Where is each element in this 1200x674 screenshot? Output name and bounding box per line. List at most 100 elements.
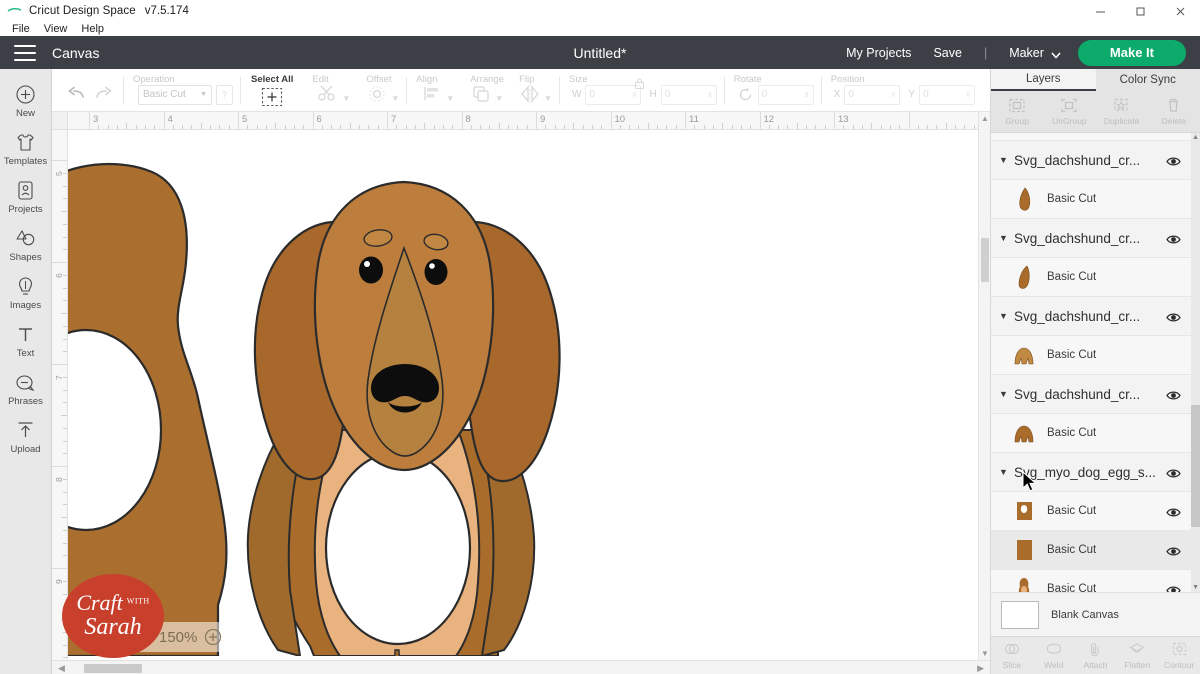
menu-help[interactable]: Help: [74, 22, 111, 36]
contour-button[interactable]: Contour: [1158, 637, 1200, 674]
zoom-in-icon[interactable]: [204, 628, 222, 646]
visibility-eye-icon[interactable]: [1166, 232, 1181, 244]
undo-icon[interactable]: [64, 80, 90, 106]
sidebar-item-upload[interactable]: Upload: [0, 413, 52, 461]
slice-button[interactable]: Slice: [991, 637, 1033, 674]
delete-button[interactable]: Delete: [1148, 91, 1200, 132]
my-projects-link[interactable]: My Projects: [846, 46, 911, 60]
operation-select[interactable]: Basic Cut ▼: [138, 85, 212, 105]
artwork-dachshund[interactable]: [248, 182, 560, 656]
close-button[interactable]: [1160, 0, 1200, 22]
visibility-eye-icon[interactable]: [1166, 544, 1181, 556]
layer-row[interactable]: Basic Cut: [991, 258, 1191, 297]
visibility-eye-icon[interactable]: [1166, 310, 1181, 322]
layer-swatch[interactable]: [1013, 498, 1035, 524]
artboard[interactable]: [68, 130, 990, 656]
position-x-input[interactable]: 0 ⇳: [844, 85, 900, 105]
layer-row[interactable]: Basic Cut: [991, 414, 1191, 453]
scroll-right-icon[interactable]: ▶: [977, 663, 984, 674]
blank-canvas-swatch[interactable]: [1001, 601, 1039, 629]
chevron-down-icon[interactable]: [1050, 48, 1060, 58]
visibility-eye-icon[interactable]: [1166, 583, 1181, 592]
menu-view[interactable]: View: [37, 22, 75, 36]
layer-row[interactable]: Basic Cut: [991, 336, 1191, 375]
group-button[interactable]: Group: [991, 91, 1043, 132]
visibility-eye-icon[interactable]: [1166, 388, 1181, 400]
layer-swatch[interactable]: [1013, 264, 1035, 290]
duplicate-button[interactable]: Duplicate: [1096, 91, 1148, 132]
layer-group-row[interactable]: ▼Svg_dachshund_cr...: [991, 141, 1191, 180]
chevron-down-icon[interactable]: ▼: [999, 311, 1011, 321]
visibility-eye-icon[interactable]: [1166, 154, 1181, 166]
layer-group-row[interactable]: ▼Svg_dachshund_cr...: [991, 219, 1191, 258]
layer-group-row[interactable]: ▼Svg_myo_dog_egg_s...: [991, 453, 1191, 492]
layer-swatch[interactable]: [1013, 576, 1035, 592]
layers-list[interactable]: Basic Cut▼Svg_dachshund_cr...Basic Cut▼S…: [991, 133, 1200, 592]
scroll-down-icon[interactable]: ▼: [1192, 584, 1199, 591]
layer-row[interactable]: Basic Cut: [991, 133, 1191, 141]
sidebar-item-templates[interactable]: Templates: [0, 125, 52, 173]
layer-swatch[interactable]: [1013, 186, 1035, 212]
stepper-icon[interactable]: ⇳: [804, 91, 810, 99]
operation-help-button[interactable]: ?: [216, 85, 233, 105]
scroll-left-icon[interactable]: ◀: [58, 663, 65, 674]
make-it-button[interactable]: Make It: [1078, 40, 1186, 66]
chevron-down-icon[interactable]: ▼: [999, 155, 1011, 165]
size-height-input[interactable]: 0 ⇳: [661, 85, 717, 105]
save-button[interactable]: Save: [933, 46, 962, 60]
blank-canvas-row[interactable]: Blank Canvas: [991, 592, 1200, 636]
visibility-eye-icon[interactable]: [1166, 466, 1181, 478]
layer-row[interactable]: Basic Cut: [991, 570, 1191, 592]
sidebar-item-images[interactable]: Images: [0, 269, 52, 317]
flatten-button[interactable]: Flatten: [1116, 637, 1158, 674]
stepper-icon[interactable]: ⇳: [891, 91, 897, 99]
menu-file[interactable]: File: [5, 22, 37, 36]
weld-button[interactable]: Weld: [1033, 637, 1075, 674]
layer-group-row[interactable]: ▼Svg_dachshund_cr...: [991, 297, 1191, 336]
layer-swatch[interactable]: [1013, 420, 1035, 446]
hamburger-icon[interactable]: [14, 45, 36, 61]
canvas-area[interactable]: 345678910111213 56789 − 150% Craft WITH …: [52, 112, 990, 674]
ungroup-button[interactable]: UnGroup: [1043, 91, 1095, 132]
layer-swatch[interactable]: [1013, 537, 1035, 563]
tab-color-sync[interactable]: Color Sync: [1096, 69, 1200, 91]
sidebar-item-text[interactable]: Text: [0, 317, 52, 365]
chevron-down-icon[interactable]: ▼: [999, 233, 1011, 243]
layer-group-row[interactable]: ▼Svg_dachshund_cr...: [991, 375, 1191, 414]
scroll-thumb[interactable]: [981, 238, 989, 282]
redo-icon[interactable]: [90, 80, 116, 106]
maximize-button[interactable]: [1120, 0, 1160, 22]
scroll-down-icon[interactable]: ▼: [981, 649, 989, 658]
rotate-input[interactable]: 0 ⇳: [758, 85, 814, 105]
stepper-icon[interactable]: ⇳: [965, 91, 971, 99]
machine-selector[interactable]: Maker: [1009, 46, 1044, 60]
scroll-up-icon[interactable]: ▲: [1192, 134, 1199, 141]
vertical-scrollbar[interactable]: ▲ ▼: [978, 112, 990, 660]
minimize-button[interactable]: [1080, 0, 1120, 22]
stepper-icon[interactable]: ⇳: [707, 91, 713, 99]
scroll-thumb[interactable]: [84, 664, 142, 673]
layer-row[interactable]: Basic Cut: [991, 180, 1191, 219]
visibility-eye-icon[interactable]: [1166, 505, 1181, 517]
position-y-input[interactable]: 0 ⇳: [919, 85, 975, 105]
layer-swatch[interactable]: [1013, 342, 1035, 368]
layers-scrollbar[interactable]: ▲ ▼: [1191, 133, 1200, 592]
layer-swatch[interactable]: [1013, 133, 1035, 134]
layer-row[interactable]: Basic Cut: [991, 492, 1191, 531]
dachshund-artwork[interactable]: [68, 130, 990, 656]
chevron-down-icon[interactable]: ▼: [999, 389, 1011, 399]
ruler-tick: [368, 125, 369, 129]
tab-layers[interactable]: Layers: [991, 69, 1096, 91]
chevron-down-icon[interactable]: ▼: [999, 467, 1011, 477]
attach-button[interactable]: Attach: [1075, 637, 1117, 674]
sidebar-item-new[interactable]: New: [0, 77, 52, 125]
sidebar-item-projects[interactable]: Projects: [0, 173, 52, 221]
select-all-button[interactable]: Select All: [241, 69, 303, 112]
layer-row[interactable]: Basic Cut: [991, 531, 1191, 570]
sidebar-item-phrases[interactable]: Phrases: [0, 365, 52, 413]
scroll-up-icon[interactable]: ▲: [981, 114, 989, 123]
horizontal-scrollbar[interactable]: ◀ ▶: [52, 660, 990, 674]
lock-icon[interactable]: [634, 77, 645, 95]
sidebar-item-shapes[interactable]: Shapes: [0, 221, 52, 269]
scroll-thumb[interactable]: [1191, 405, 1200, 527]
